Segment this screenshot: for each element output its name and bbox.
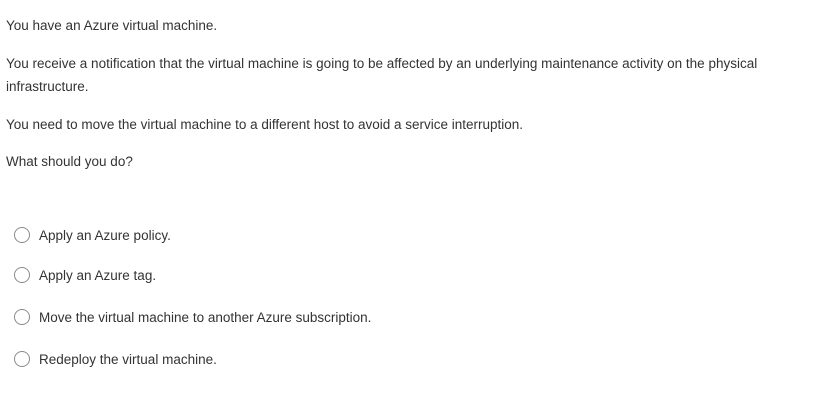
question-paragraph: You need to move the virtual machine to … (6, 117, 524, 132)
radio-button[interactable] (14, 267, 30, 283)
answer-option[interactable]: Apply an Azure tag. (14, 264, 156, 286)
question-paragraph: You have an Azure virtual machine. (6, 18, 218, 33)
answer-option-label: Move the virtual machine to another Azur… (39, 309, 372, 325)
answer-option[interactable]: Move the virtual machine to another Azur… (14, 306, 371, 328)
answer-option-label: Apply an Azure policy. (39, 227, 171, 243)
answer-option[interactable]: Apply an Azure policy. (14, 224, 171, 246)
question-paragraph: You receive a notification that the virt… (6, 56, 758, 94)
answer-option-label: Redeploy the virtual machine. (39, 351, 217, 367)
radio-button[interactable] (14, 309, 30, 325)
answer-option-label: Apply an Azure tag. (39, 267, 157, 283)
question-prompt: What should you do? (6, 154, 133, 169)
answer-option[interactable]: Redeploy the virtual machine. (14, 348, 217, 370)
radio-button[interactable] (14, 351, 30, 367)
radio-button[interactable] (14, 227, 30, 243)
